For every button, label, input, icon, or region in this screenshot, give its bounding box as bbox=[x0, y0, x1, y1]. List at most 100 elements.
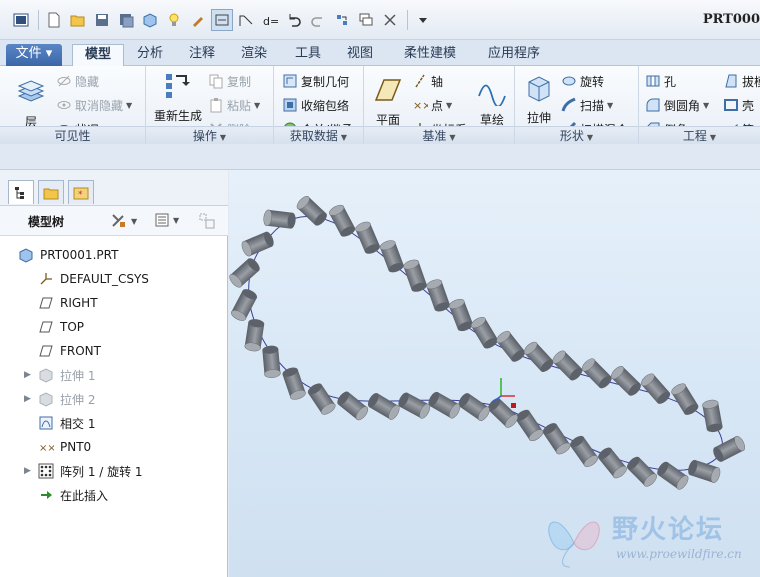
group-label[interactable]: 操作 ▼ bbox=[146, 126, 273, 144]
new-file-icon[interactable] bbox=[43, 9, 65, 31]
shell-button[interactable]: 壳 bbox=[723, 94, 754, 116]
tree-item-label: TOP bbox=[60, 320, 85, 334]
regenerate-text: 重新生成 bbox=[153, 109, 202, 123]
cylinder bbox=[688, 459, 721, 483]
chevron-down-icon: ▼ bbox=[703, 100, 710, 110]
tab-render[interactable]: 渲染 bbox=[232, 44, 276, 66]
tab-tools[interactable]: 工具 bbox=[286, 44, 330, 66]
sweep-icon bbox=[561, 97, 576, 112]
tree-item-part[interactable]: PRT0001.PRT bbox=[18, 244, 118, 266]
extrude-button[interactable]: 拉伸 bbox=[519, 72, 559, 126]
group-label[interactable]: 获取数据 ▼ bbox=[274, 126, 363, 144]
axis-button[interactable]: 轴 bbox=[412, 70, 443, 92]
tree-settings-button[interactable]: ▼ bbox=[110, 212, 137, 230]
tab-folder-browser[interactable] bbox=[38, 180, 64, 204]
copy-button[interactable]: 复制 bbox=[208, 70, 251, 92]
customize-dropdown-icon[interactable] bbox=[412, 9, 434, 31]
group-label[interactable]: 工程 ▼ bbox=[639, 126, 760, 144]
tree-show-button[interactable]: ▼ bbox=[154, 212, 179, 228]
sweep-button[interactable]: 扫描 ▼ bbox=[561, 94, 613, 116]
tab-flexible-modeling[interactable]: 柔性建模 bbox=[394, 44, 466, 66]
tree-item-intersect-1[interactable]: 相交 1 bbox=[38, 412, 95, 434]
chevron-down-icon: ▼ bbox=[173, 215, 180, 225]
svg-text:*: * bbox=[78, 190, 83, 200]
window-cube-icon[interactable] bbox=[139, 9, 161, 31]
cylinder bbox=[307, 383, 336, 415]
tree-item-front[interactable]: FRONT bbox=[38, 340, 101, 362]
hide-button[interactable]: 隐藏 bbox=[56, 70, 99, 92]
intersect-icon bbox=[39, 416, 53, 430]
open-folder-icon[interactable] bbox=[67, 9, 89, 31]
tree-item-extrude-1[interactable]: ▶ 拉伸 1 bbox=[24, 364, 95, 386]
watermark-url: www.proewildfire.cn bbox=[616, 547, 742, 561]
tree-filter-button[interactable] bbox=[198, 212, 216, 233]
layer-button[interactable]: 层 bbox=[10, 76, 52, 130]
cylinder bbox=[458, 393, 490, 421]
shrinkwrap-button[interactable]: 收缩包络 bbox=[282, 94, 349, 116]
butterfly-logo-icon bbox=[548, 521, 600, 568]
windows-icon[interactable] bbox=[355, 9, 377, 31]
separator bbox=[38, 9, 39, 30]
dimension-icon[interactable] bbox=[235, 9, 257, 31]
tree-item-insert-here[interactable]: 在此插入 bbox=[38, 484, 108, 506]
close-window-icon[interactable] bbox=[379, 9, 401, 31]
extrude-feature-icon bbox=[39, 368, 53, 383]
eye-slash-icon bbox=[57, 75, 71, 87]
tree-item-right[interactable]: RIGHT bbox=[38, 292, 98, 314]
paste-button[interactable]: 粘贴 ▼ bbox=[208, 94, 260, 116]
tree-item-extrude-2[interactable]: ▶ 拉伸 2 bbox=[24, 388, 95, 410]
tab-view[interactable]: 视图 bbox=[338, 44, 382, 66]
cylinder bbox=[230, 289, 258, 321]
draft-button[interactable]: 拔模 bbox=[723, 70, 760, 92]
group-label[interactable]: 形状 ▼ bbox=[515, 126, 638, 144]
regenerate-toggle-icon[interactable] bbox=[211, 8, 233, 31]
tab-model[interactable]: 模型 bbox=[72, 44, 124, 67]
tree-item-top[interactable]: TOP bbox=[38, 316, 84, 338]
point-button[interactable]: ×× 点 ▼ bbox=[412, 94, 452, 116]
copy-icon bbox=[209, 74, 223, 89]
plane-button[interactable]: 平面 bbox=[368, 74, 408, 128]
tree-item-pnt0[interactable]: ×× PNT0 bbox=[38, 436, 91, 458]
window-icon[interactable] bbox=[10, 9, 32, 31]
save-icon[interactable] bbox=[91, 9, 113, 31]
group-label-text: 操作 bbox=[192, 129, 217, 143]
cylinder bbox=[671, 383, 699, 415]
model-tree-panel: * 模型树 ▼ ▼ PRT0001.PRT DEFAULT_CSYS RIGHT… bbox=[0, 170, 228, 577]
unhide-button[interactable]: 取消隐藏 ▼ bbox=[56, 94, 132, 116]
redo-icon[interactable] bbox=[307, 9, 329, 31]
toolbar-gap bbox=[0, 144, 760, 170]
undo-icon[interactable] bbox=[283, 9, 305, 31]
tree-item-pattern-1[interactable]: ▶ 阵列 1 / 旋转 1 bbox=[24, 460, 143, 482]
tab-favorites[interactable]: * bbox=[68, 180, 94, 204]
save-as-icon[interactable] bbox=[115, 9, 137, 31]
brush-icon[interactable] bbox=[187, 9, 209, 31]
chevron-down-icon: ▼ bbox=[607, 100, 614, 110]
group-label[interactable]: 基准 ▼ bbox=[364, 126, 514, 144]
relations-icon[interactable]: d= bbox=[259, 9, 281, 31]
cylinder bbox=[428, 391, 461, 419]
sketch-button[interactable]: 草绘 bbox=[472, 74, 512, 128]
revolve-button[interactable]: 旋转 bbox=[561, 70, 604, 92]
expand-arrow-icon[interactable]: ▶ bbox=[24, 394, 34, 404]
cylinder bbox=[523, 341, 554, 372]
graphics-window[interactable]: 野火论坛 www.proewildfire.cn bbox=[229, 170, 760, 577]
watermark: 野火论坛 www.proewildfire.cn bbox=[542, 509, 752, 571]
tab-annotate[interactable]: 注释 bbox=[180, 44, 224, 66]
copy-geometry-button[interactable]: 复制几何 bbox=[282, 70, 349, 92]
tree-item-label: 阵列 1 / 旋转 1 bbox=[60, 464, 143, 479]
regenerate-icon[interactable] bbox=[331, 9, 353, 31]
tree-item-default-csys[interactable]: DEFAULT_CSYS bbox=[38, 268, 149, 290]
copy-geometry-label: 复制几何 bbox=[301, 74, 350, 89]
tab-applications[interactable]: 应用程序 bbox=[476, 44, 552, 66]
csys-icon bbox=[40, 273, 52, 285]
tree-item-label: 拉伸 1 bbox=[60, 368, 96, 383]
expand-arrow-icon[interactable]: ▶ bbox=[24, 370, 34, 380]
expand-arrow-icon[interactable]: ▶ bbox=[24, 466, 34, 476]
tab-model-tree[interactable] bbox=[8, 180, 34, 204]
quick-access-toolbar: d= PRT000 bbox=[0, 0, 760, 40]
tab-file[interactable]: 文件 ▾ bbox=[6, 44, 62, 66]
tab-analysis[interactable]: 分析 bbox=[128, 44, 172, 66]
lightbulb-icon[interactable] bbox=[163, 9, 185, 31]
hole-button[interactable]: 孔 bbox=[645, 70, 676, 92]
round-button[interactable]: 倒圆角 ▼ bbox=[645, 94, 709, 116]
